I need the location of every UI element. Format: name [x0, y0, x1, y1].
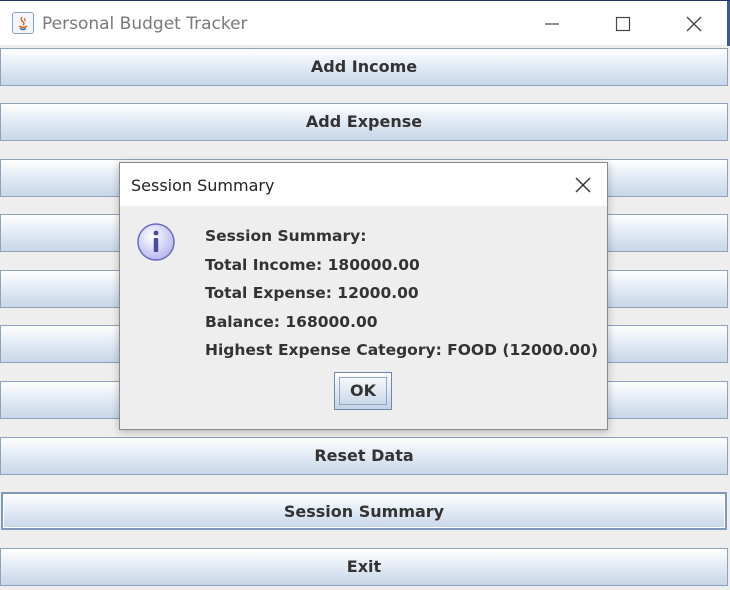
add-expense-button[interactable]: Add Expense	[0, 103, 728, 141]
dialog-close-button[interactable]	[566, 171, 600, 199]
summary-message: Session Summary: Total Income: 180000.00…	[205, 222, 598, 365]
exit-button[interactable]: Exit	[0, 548, 728, 586]
info-icon	[136, 222, 176, 262]
session-summary-button[interactable]: Session Summary	[1, 492, 727, 530]
balance-text: Balance: 168000.00	[205, 312, 378, 331]
close-icon	[575, 177, 591, 193]
window-titlebar: Personal Budget Tracker	[0, 0, 730, 46]
ok-focus-ring: OK	[339, 377, 387, 405]
ok-label: OK	[350, 381, 376, 400]
total-expense-text: Total Expense: 12000.00	[205, 284, 419, 302]
window-title: Personal Budget Tracker	[42, 14, 248, 34]
ok-button[interactable]: OK	[334, 372, 392, 410]
summary-heading: Session Summary:	[205, 227, 367, 245]
close-icon	[686, 16, 702, 32]
java-app-icon	[12, 12, 34, 34]
session-summary-dialog: Session Summary Session Summary: Total I…	[119, 162, 608, 430]
window-close-button[interactable]	[674, 9, 714, 39]
highest-expense-category-text: Highest Expense Category: FOOD (12000.00…	[205, 341, 598, 359]
total-income-text: Total Income: 180000.00	[205, 255, 420, 274]
reset-data-button[interactable]: Reset Data	[0, 437, 728, 475]
maximize-button[interactable]	[603, 9, 643, 39]
minimize-button[interactable]	[532, 9, 572, 39]
minimize-icon	[545, 23, 559, 25]
dialog-title: Session Summary	[131, 176, 275, 195]
add-income-button[interactable]: Add Income	[0, 48, 728, 86]
maximize-icon	[615, 16, 631, 32]
dialog-titlebar: Session Summary	[120, 163, 607, 206]
